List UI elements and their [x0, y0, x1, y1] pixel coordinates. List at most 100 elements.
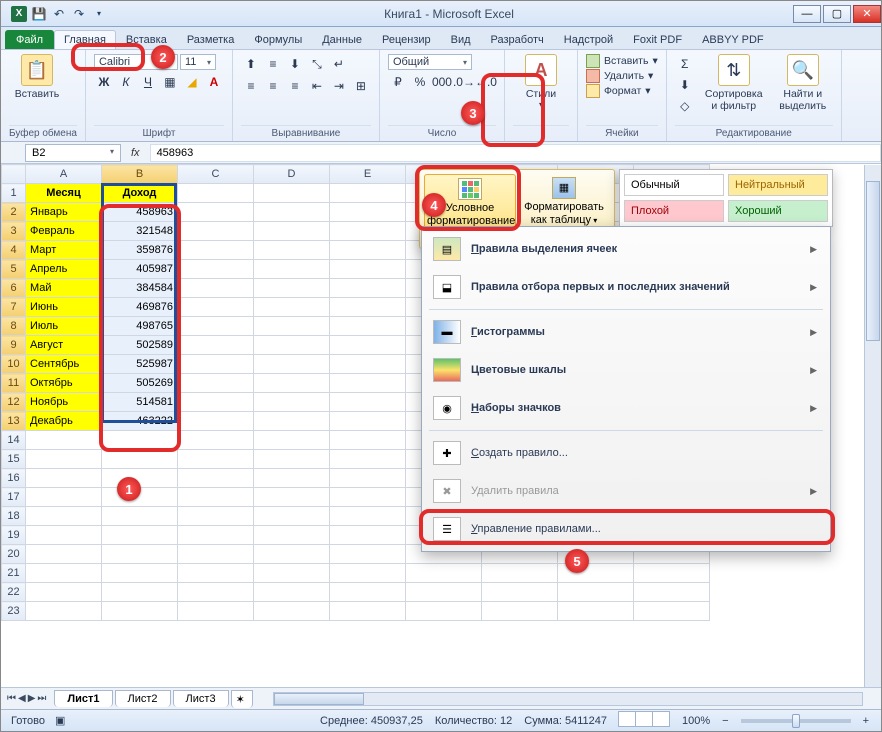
menu-clear-rules[interactable]: ✖ Удалить правила ▶ [425, 472, 827, 510]
minimize-button[interactable]: — [793, 5, 821, 23]
row-header-4[interactable]: 4 [2, 241, 26, 260]
cell-A6[interactable]: Май [26, 279, 102, 298]
qat-more-icon[interactable]: ▾ [91, 6, 107, 22]
cell[interactable] [26, 431, 102, 450]
cell[interactable] [254, 241, 330, 260]
cell[interactable] [178, 469, 254, 488]
vertical-scrollbar[interactable] [864, 165, 881, 687]
cell[interactable] [178, 317, 254, 336]
row-header-22[interactable]: 22 [2, 583, 26, 602]
cell[interactable] [330, 488, 406, 507]
sheet-tab-3[interactable]: Лист3 [173, 690, 229, 707]
align-right-icon[interactable]: ≡ [285, 76, 305, 96]
zoom-thumb[interactable] [792, 714, 800, 728]
redo-icon[interactable]: ↷ [71, 6, 87, 22]
col-header-C[interactable]: C [178, 165, 254, 184]
cell[interactable] [254, 260, 330, 279]
menu-data-bars[interactable]: ▬ Гистограммы ▶ [425, 313, 827, 351]
sheet-last-icon[interactable]: ⏭ [37, 693, 46, 704]
cell[interactable] [330, 260, 406, 279]
cell[interactable] [254, 355, 330, 374]
cell-B3[interactable]: 321548 [102, 222, 178, 241]
col-header-B[interactable]: B [102, 165, 178, 184]
col-header-D[interactable]: D [254, 165, 330, 184]
menu-color-scales[interactable]: Цветовые шкалы ▶ [425, 351, 827, 389]
decrease-indent-icon[interactable]: ⇤ [307, 76, 327, 96]
cell[interactable] [26, 526, 102, 545]
row-header-6[interactable]: 6 [2, 279, 26, 298]
find-select-button[interactable]: 🔍 Найти и выделить [773, 54, 833, 112]
zoom-in-button[interactable]: + [863, 715, 869, 727]
col-header-E[interactable]: E [330, 165, 406, 184]
cell[interactable] [178, 450, 254, 469]
cell[interactable] [558, 583, 634, 602]
cell[interactable] [254, 564, 330, 583]
cell[interactable] [178, 298, 254, 317]
sheet-next-icon[interactable]: ▶ [28, 693, 36, 704]
formula-input[interactable]: 458963 [150, 144, 881, 162]
cell[interactable] [178, 203, 254, 222]
wrap-text-icon[interactable]: ↵ [329, 54, 349, 74]
cell-B10[interactable]: 525987 [102, 355, 178, 374]
row-header-23[interactable]: 23 [2, 602, 26, 621]
menu-highlight-rules[interactable]: ▤ Правила выделения ячеек ▶ [425, 230, 827, 268]
row-header-2[interactable]: 2 [2, 203, 26, 222]
row-header-5[interactable]: 5 [2, 260, 26, 279]
cell[interactable] [330, 241, 406, 260]
cell[interactable] [254, 450, 330, 469]
cell[interactable] [178, 279, 254, 298]
cell[interactable] [254, 279, 330, 298]
zoom-out-button[interactable]: − [722, 715, 728, 727]
save-icon[interactable]: 💾 [31, 6, 47, 22]
tab-addins[interactable]: Надстрой [554, 30, 623, 49]
row-header-9[interactable]: 9 [2, 336, 26, 355]
cell-A12[interactable]: Ноябрь [26, 393, 102, 412]
cell[interactable] [330, 564, 406, 583]
cell[interactable] [254, 526, 330, 545]
cell[interactable] [330, 602, 406, 621]
tab-data[interactable]: Данные [312, 30, 372, 49]
name-box[interactable]: B2▾ [25, 144, 121, 162]
cell[interactable] [178, 488, 254, 507]
cell-B11[interactable]: 505269 [102, 374, 178, 393]
cell[interactable] [178, 336, 254, 355]
cell[interactable] [330, 298, 406, 317]
menu-top-bottom-rules[interactable]: ⬓ Правила отбора первых и последних знач… [425, 268, 827, 306]
cell-A8[interactable]: Июль [26, 317, 102, 336]
fx-icon[interactable]: fx [131, 147, 140, 159]
row-header-16[interactable]: 16 [2, 469, 26, 488]
style-normal[interactable]: Обычный [624, 174, 724, 196]
cell[interactable] [178, 602, 254, 621]
insert-cells-button[interactable]: Вставить ▾ [586, 54, 658, 68]
cell[interactable] [102, 450, 178, 469]
cell[interactable] [102, 507, 178, 526]
font-size-combo[interactable]: 11▾ [180, 54, 216, 70]
autosum-icon[interactable]: Σ [675, 54, 695, 74]
row-header-17[interactable]: 17 [2, 488, 26, 507]
number-format-combo[interactable]: Общий▾ [388, 54, 472, 70]
style-bad[interactable]: Плохой [624, 200, 724, 222]
cell[interactable] [178, 412, 254, 431]
cell[interactable] [254, 602, 330, 621]
cell-A3[interactable]: Февраль [26, 222, 102, 241]
orientation-icon[interactable]: ⤡ [307, 54, 327, 74]
cell[interactable] [406, 583, 482, 602]
cell[interactable] [330, 393, 406, 412]
cell[interactable] [102, 564, 178, 583]
cell-A9[interactable]: Август [26, 336, 102, 355]
paste-button[interactable]: 📋 Вставить [9, 54, 65, 100]
underline-icon[interactable]: Ч [138, 72, 158, 92]
cell[interactable] [330, 336, 406, 355]
cell-B12[interactable]: 514581 [102, 393, 178, 412]
cell-A2[interactable]: Январь [26, 203, 102, 222]
row-header-14[interactable]: 14 [2, 431, 26, 450]
cell-B8[interactable]: 498765 [102, 317, 178, 336]
cell[interactable] [254, 431, 330, 450]
format-cells-button[interactable]: Формат ▾ [586, 84, 658, 98]
tab-abbyy[interactable]: ABBYY PDF [692, 30, 774, 49]
cell[interactable] [178, 393, 254, 412]
cell[interactable] [482, 602, 558, 621]
cell[interactable] [330, 184, 406, 203]
decrease-decimal-icon[interactable]: ←.0 [476, 72, 496, 92]
style-neutral[interactable]: Нейтральный [728, 174, 828, 196]
